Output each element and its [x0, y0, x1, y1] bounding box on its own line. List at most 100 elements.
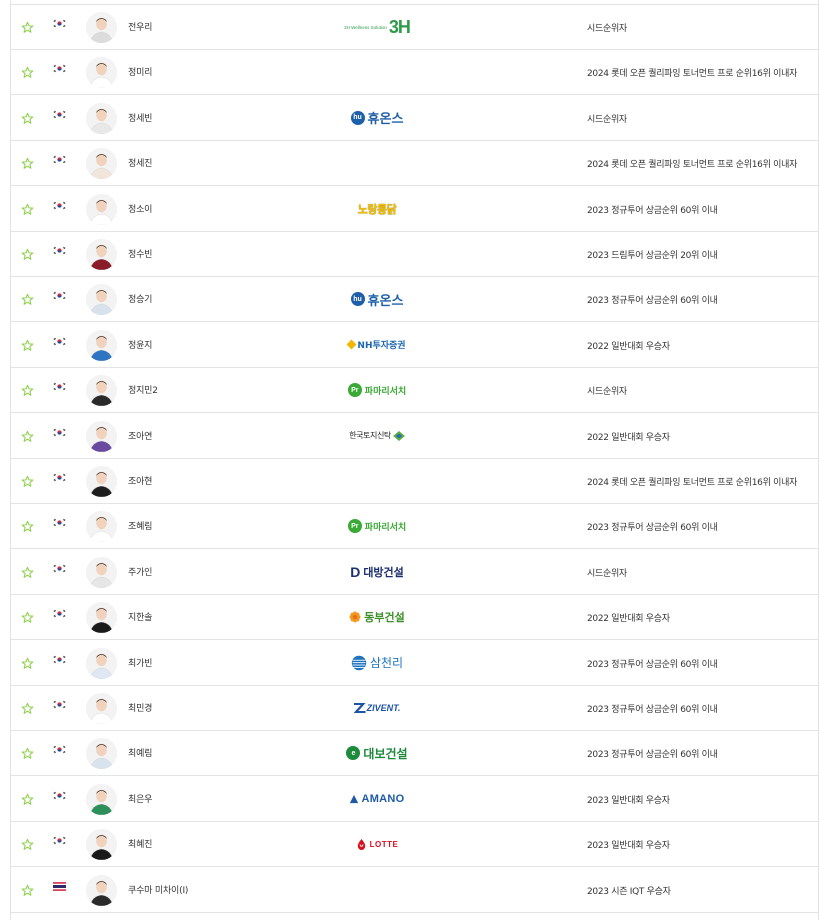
- player-avatar[interactable]: [86, 511, 117, 543]
- player-avatar[interactable]: [86, 647, 117, 679]
- table-row[interactable]: 정윤지 NH투자증권 2022 일반대회 우승자: [11, 323, 818, 368]
- sponsor-logo-text: 파마리서치: [364, 386, 407, 397]
- player-avatar[interactable]: [86, 375, 117, 407]
- player-name[interactable]: 정윤지: [128, 338, 152, 351]
- player-name[interactable]: 조아현: [128, 474, 152, 487]
- player-name[interactable]: 정소이: [128, 202, 152, 215]
- player-name[interactable]: 조아연: [128, 429, 152, 442]
- table-row[interactable]: 최예림 e 대보건설 2023 정규투어 상금순위 60위 이내: [11, 731, 818, 777]
- player-avatar[interactable]: [86, 284, 117, 316]
- player-name[interactable]: 정수빈: [128, 247, 152, 260]
- player-name[interactable]: 최가빈: [128, 656, 152, 669]
- table-row[interactable]: 최혜진 LOTTE 2023 일반대회 우승자: [11, 822, 818, 868]
- qualification-text: 시드순위자: [587, 114, 627, 125]
- table-row[interactable]: 전우리 3H Wellness Solution 3H 시드순위자: [11, 5, 818, 50]
- favorite-star-icon[interactable]: [21, 838, 34, 851]
- table-row[interactable]: 정지민2 Pr 파마리서치 시드순위자: [11, 368, 818, 414]
- favorite-star-icon[interactable]: [21, 157, 34, 170]
- player-avatar[interactable]: [86, 12, 117, 43]
- table-row[interactable]: 정미리 2024 롯데 오픈 퀄리파잉 토너먼트 프로 순위16위 이내자: [11, 50, 818, 96]
- sponsor-logo: NH투자증권: [326, 329, 428, 361]
- qualification-text: 2024 롯데 오픈 퀄리파잉 토너먼트 프로 순위16위 이내자: [587, 69, 798, 80]
- favorite-star-icon[interactable]: [21, 112, 34, 125]
- player-avatar[interactable]: [86, 602, 117, 634]
- qualification-text: 2023 정규투어 상금순위 60위 이내: [587, 296, 718, 307]
- player-list-table: 전우리 3H Wellness Solution 3H 시드순위자정미리 2024 롯데…: [10, 0, 819, 920]
- player-name[interactable]: 정미리: [128, 65, 152, 78]
- favorite-star-icon[interactable]: [21, 66, 34, 79]
- player-avatar[interactable]: [86, 148, 117, 180]
- favorite-star-icon[interactable]: [21, 430, 34, 443]
- qualification-text: 2023 일반대회 우승자: [587, 841, 670, 852]
- qualification-text: 2023 정규투어 상금순위 60위 이내: [587, 523, 718, 534]
- player-name[interactable]: 최은우: [128, 792, 152, 805]
- player-avatar[interactable]: [86, 57, 117, 89]
- table-row[interactable]: 최가빈 삼천리 2023 정규투어 상금순위 60위 이내: [11, 641, 818, 686]
- player-avatar[interactable]: [86, 193, 117, 225]
- player-avatar[interactable]: [86, 874, 117, 906]
- player-name[interactable]: 최혜진: [128, 837, 152, 850]
- favorite-star-icon[interactable]: [21, 475, 34, 488]
- player-name[interactable]: 조혜림: [128, 519, 152, 532]
- player-avatar[interactable]: [86, 783, 117, 815]
- korea-flag-icon: [53, 836, 66, 846]
- favorite-star-icon[interactable]: [21, 747, 34, 760]
- favorite-star-icon[interactable]: [21, 657, 34, 670]
- player-avatar[interactable]: [86, 829, 117, 861]
- player-name[interactable]: 쿠수마 미차이(I): [128, 883, 188, 896]
- favorite-star-icon[interactable]: [21, 293, 34, 306]
- qualification-text: 2024 롯데 오픈 퀄리파잉 토너먼트 프로 순위16위 이내자: [587, 160, 798, 171]
- table-row[interactable]: 최민경 ZIVENT. 2023 정규투어 상금순위 60위 이내: [11, 686, 818, 731]
- table-row[interactable]: 정수빈 2023 드림투어 상금순위 20위 이내: [11, 232, 818, 277]
- player-avatar[interactable]: [86, 329, 117, 361]
- table-row[interactable]: 정세빈 hu 휴온스 시드순위자: [11, 96, 818, 141]
- korea-flag-icon: [53, 64, 66, 74]
- table-row[interactable]: 주가인 D 대방건설 시드순위자: [11, 550, 818, 595]
- table-row[interactable]: 조아연 한국토지신탁 2022 일반대회 우승자: [11, 414, 818, 459]
- player-avatar[interactable]: [86, 239, 117, 270]
- table-row[interactable]: 정세진 2024 롯데 오픈 퀄리파잉 토너먼트 프로 순위16위 이내자: [11, 141, 818, 187]
- player-name[interactable]: 지한솔: [128, 610, 152, 623]
- table-row[interactable]: 최은우 AMANO 2023 일반대회 우승자: [11, 777, 818, 822]
- korea-flag-icon: [53, 109, 66, 119]
- qualification-text: 2023 일반대회 우승자: [587, 795, 670, 806]
- favorite-star-icon[interactable]: [21, 884, 34, 897]
- favorite-star-icon[interactable]: [21, 21, 34, 34]
- korea-flag-icon: [53, 246, 66, 255]
- table-row[interactable]: 정승기 hu 휴온스 2023 정규투어 상금순위 60위 이내: [11, 277, 818, 323]
- player-avatar[interactable]: [86, 556, 117, 588]
- sponsor-logo-text: 동부건설: [364, 611, 405, 625]
- favorite-star-icon[interactable]: [21, 339, 34, 352]
- lotte-drop-icon: [357, 838, 365, 850]
- triangle-icon: [350, 794, 359, 803]
- player-name[interactable]: 전우리: [128, 20, 152, 33]
- favorite-star-icon[interactable]: [21, 248, 34, 261]
- player-name[interactable]: 주가인: [128, 565, 152, 578]
- favorite-star-icon[interactable]: [21, 384, 34, 397]
- player-name[interactable]: 정지민2: [128, 383, 158, 396]
- favorite-star-icon[interactable]: [21, 702, 34, 715]
- player-name[interactable]: 정승기: [128, 292, 152, 305]
- favorite-star-icon[interactable]: [21, 793, 34, 806]
- table-row[interactable]: 조아현 2024 롯데 오픈 퀄리파잉 토너먼트 프로 순위16위 이내자: [11, 459, 818, 504]
- player-avatar[interactable]: [86, 102, 117, 134]
- player-avatar[interactable]: [86, 420, 117, 452]
- favorite-star-icon[interactable]: [21, 566, 34, 579]
- player-avatar[interactable]: [86, 693, 117, 724]
- player-name[interactable]: 최민경: [128, 701, 152, 714]
- favorite-star-icon[interactable]: [21, 611, 34, 624]
- table-row[interactable]: 지한솔 동부건설 2022 일반대회 우승자: [11, 595, 818, 641]
- favorite-star-icon[interactable]: [21, 203, 34, 216]
- table-row[interactable]: 정소이 노랑통닭 2023 정규투어 상금순위 60위 이내: [11, 187, 818, 232]
- sponsor-logo-text: 대방건설: [363, 565, 404, 579]
- sponsor-logo: Pr 파마리서치: [326, 510, 428, 542]
- favorite-star-icon[interactable]: [21, 520, 34, 533]
- player-name[interactable]: 최예림: [128, 746, 152, 759]
- player-name[interactable]: 정세빈: [128, 111, 152, 124]
- player-name[interactable]: 정세진: [128, 156, 152, 169]
- table-row[interactable]: 쿠수마 미차이(I) 2023 시즌 IQT 우승자: [11, 868, 818, 913]
- sponsor-logo: 한국토지신탁: [326, 420, 428, 452]
- player-avatar[interactable]: [86, 738, 117, 770]
- table-row[interactable]: 조혜림 Pr 파마리서치 2023 정규투어 상금순위 60위 이내: [11, 504, 818, 550]
- player-avatar[interactable]: [86, 466, 117, 497]
